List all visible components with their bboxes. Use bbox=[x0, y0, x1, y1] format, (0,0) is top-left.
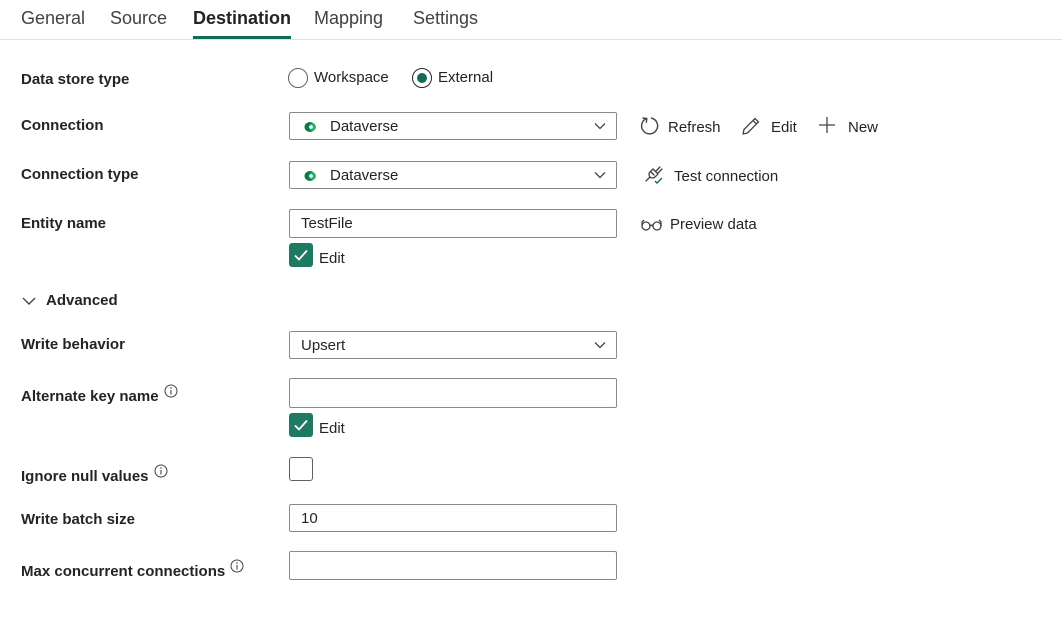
max-concurrent-connections-label: Max concurrent connections bbox=[21, 563, 226, 580]
advanced-label: Advanced bbox=[46, 292, 118, 309]
edit-connection-button[interactable]: Edit bbox=[740, 114, 802, 140]
connection-label: Connection bbox=[21, 117, 104, 134]
chevron-down-icon bbox=[594, 342, 606, 349]
write-batch-size-input[interactable]: 10 bbox=[289, 504, 617, 532]
entity-name-label: Entity name bbox=[21, 215, 107, 232]
write-batch-size-value: 10 bbox=[301, 510, 318, 527]
checkmark-icon bbox=[294, 419, 308, 431]
edit-connection-label: Edit bbox=[771, 119, 797, 136]
ignore-null-values-label: Ignore null values bbox=[21, 468, 149, 485]
tab-bar: General Source Destination Mapping Setti… bbox=[0, 0, 1062, 40]
tab-mapping[interactable]: Mapping bbox=[314, 0, 383, 38]
test-connection-label: Test connection bbox=[674, 168, 779, 185]
write-batch-size-label: Write batch size bbox=[21, 511, 135, 528]
new-connection-label: New bbox=[848, 119, 879, 136]
preview-data-button[interactable]: Preview data bbox=[641, 212, 766, 238]
entity-name-input[interactable]: TestFile bbox=[289, 209, 617, 238]
entity-name-value: TestFile bbox=[301, 215, 353, 232]
alternate-key-name-input[interactable] bbox=[289, 378, 617, 408]
new-connection-button[interactable]: New bbox=[817, 114, 883, 140]
chevron-down-icon bbox=[594, 172, 606, 179]
checkmark-icon bbox=[294, 249, 308, 261]
ignore-null-values-checkbox[interactable] bbox=[289, 457, 313, 481]
glasses-icon bbox=[641, 219, 662, 231]
test-connection-button[interactable]: Test connection bbox=[642, 163, 792, 189]
tab-settings[interactable]: Settings bbox=[413, 0, 478, 38]
alternate-key-edit-label[interactable]: Edit bbox=[319, 420, 345, 437]
radio-workspace[interactable] bbox=[288, 68, 308, 88]
info-icon[interactable] bbox=[154, 464, 168, 478]
connection-type-value: Dataverse bbox=[330, 167, 399, 184]
tab-general[interactable]: General bbox=[21, 0, 85, 38]
dataverse-icon bbox=[304, 122, 316, 132]
plus-icon bbox=[819, 117, 835, 133]
ignore-null-values-label-row: Ignore null values bbox=[21, 464, 168, 485]
info-icon[interactable] bbox=[164, 384, 178, 398]
connection-type-dropdown[interactable]: Dataverse bbox=[289, 161, 617, 189]
write-behavior-dropdown[interactable]: Upsert bbox=[289, 331, 617, 359]
alternate-key-name-label: Alternate key name bbox=[21, 388, 159, 405]
max-concurrent-connections-input[interactable] bbox=[289, 551, 617, 580]
entity-name-edit-label[interactable]: Edit bbox=[319, 250, 345, 267]
plug-icon bbox=[645, 166, 663, 184]
preview-data-label: Preview data bbox=[670, 216, 757, 233]
advanced-toggle[interactable]: Advanced bbox=[21, 290, 131, 312]
pencil-icon bbox=[742, 117, 760, 135]
radio-workspace-label[interactable]: Workspace bbox=[314, 69, 389, 86]
data-store-type-label: Data store type bbox=[21, 71, 130, 88]
alternate-key-name-label-row: Alternate key name bbox=[21, 384, 178, 405]
connection-value: Dataverse bbox=[330, 118, 399, 135]
radio-external[interactable] bbox=[412, 68, 432, 88]
write-behavior-label: Write behavior bbox=[21, 336, 125, 353]
radio-external-label[interactable]: External bbox=[438, 69, 493, 86]
refresh-icon bbox=[640, 117, 659, 135]
refresh-button[interactable]: Refresh bbox=[640, 114, 724, 140]
tab-destination[interactable]: Destination bbox=[193, 0, 292, 39]
chevron-down-icon bbox=[22, 297, 36, 305]
dataverse-icon bbox=[304, 171, 316, 181]
entity-name-edit-checkbox[interactable] bbox=[289, 243, 313, 267]
tab-source[interactable]: Source bbox=[110, 0, 167, 38]
connection-dropdown[interactable]: Dataverse bbox=[289, 112, 617, 140]
connection-type-label: Connection type bbox=[21, 166, 139, 183]
refresh-label: Refresh bbox=[668, 119, 721, 136]
alternate-key-edit-checkbox[interactable] bbox=[289, 413, 313, 437]
info-icon[interactable] bbox=[230, 559, 244, 573]
write-behavior-value: Upsert bbox=[301, 337, 346, 354]
chevron-down-icon bbox=[594, 123, 606, 130]
max-concurrent-connections-label-row: Max concurrent connections bbox=[21, 559, 244, 580]
